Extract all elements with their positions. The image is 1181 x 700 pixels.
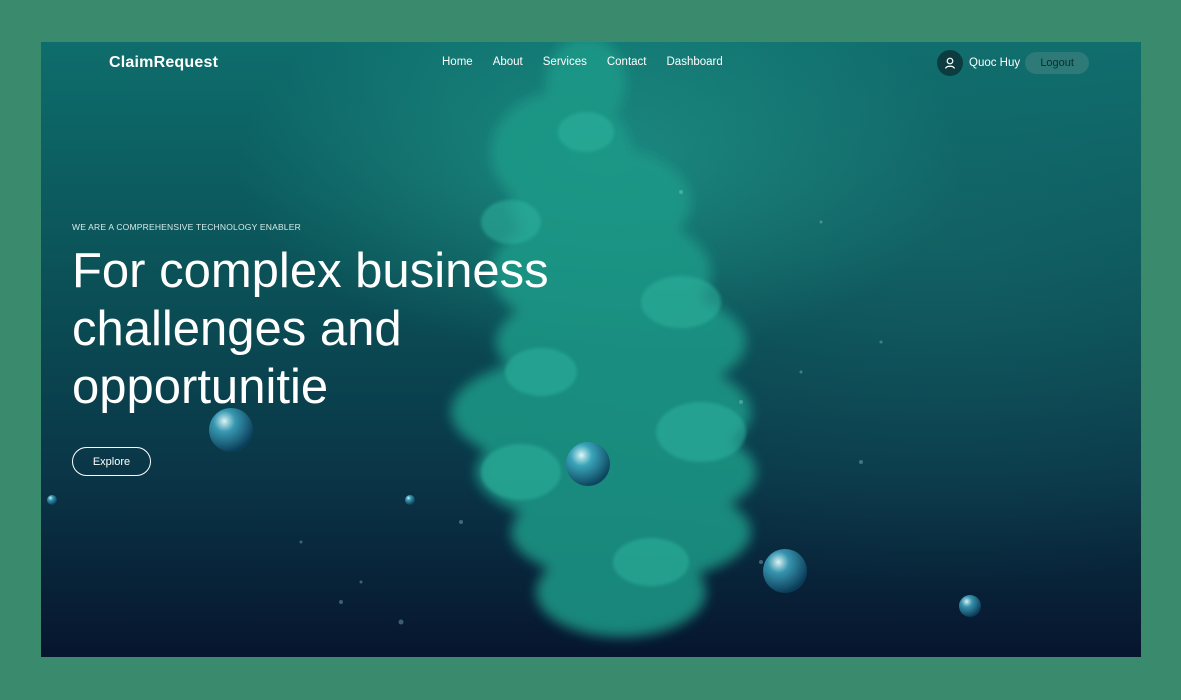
nav-link-about[interactable]: About: [493, 56, 523, 68]
user-name: Quoc Huy: [969, 57, 1021, 69]
hero-headline: For complex business challenges and oppo…: [72, 242, 632, 416]
user-menu: Quoc Huy Logout: [937, 50, 1090, 76]
nav-link-services[interactable]: Services: [543, 56, 587, 68]
nav-link-home[interactable]: Home: [442, 56, 473, 68]
brand-logo-text[interactable]: ClaimRequest: [109, 54, 218, 72]
nav-link-contact[interactable]: Contact: [607, 56, 647, 68]
headline-line-3: opportunitie: [72, 360, 329, 414]
headline-line-1: For complex business: [72, 244, 549, 298]
user-icon[interactable]: [937, 50, 963, 76]
nav-link-dashboard[interactable]: Dashboard: [667, 56, 723, 68]
explore-button[interactable]: Explore: [72, 447, 151, 476]
logout-button[interactable]: Logout: [1025, 52, 1090, 74]
hero-eyebrow: WE ARE A COMPREHENSIVE TECHNOLOGY ENABLE…: [72, 222, 301, 232]
main-menu: Home About Services Contact Dashboard: [442, 56, 743, 68]
hero-section: ClaimRequest Home About Services Contact…: [41, 42, 1141, 657]
top-navbar: ClaimRequest Home About Services Contact…: [41, 42, 1141, 84]
headline-line-2: challenges and: [72, 302, 402, 356]
